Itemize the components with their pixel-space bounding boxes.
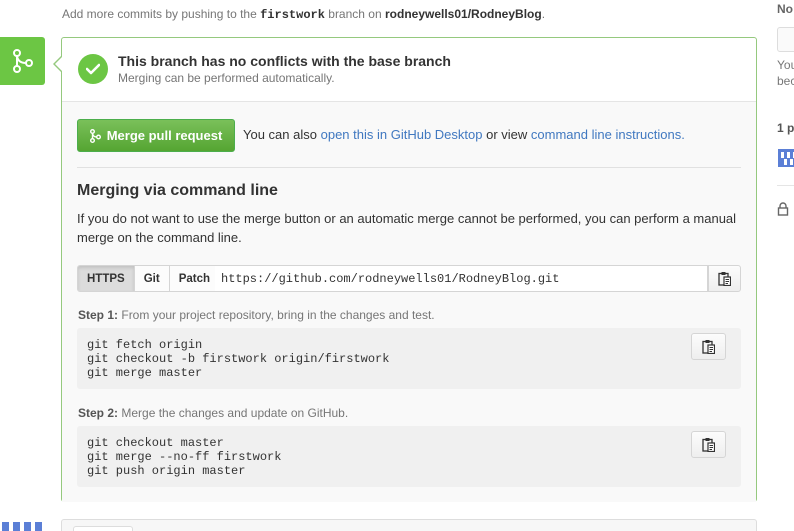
merge-box: This branch has no conflicts with the ba…: [53, 37, 757, 502]
merge-status-subtitle: Merging can be performed automatically.: [118, 71, 335, 85]
status-check-badge: [78, 54, 108, 84]
step-2-number: Step 2:: [78, 406, 119, 420]
merge-action-section: Merge pull request You can also open thi…: [62, 102, 756, 502]
push-instructions: Add more commits by pushing to the first…: [62, 7, 545, 22]
subscribe-button[interactable]: [777, 27, 794, 52]
step-1-code: git fetch origin git checkout -b firstwo…: [87, 338, 390, 380]
git-merge-icon: [89, 128, 101, 143]
command-line-title: Merging via command line: [77, 182, 278, 199]
write-tab[interactable]: [73, 526, 133, 531]
merge-pull-request-button[interactable]: Merge pull request: [77, 119, 235, 152]
step-2-label: Step 2: Merge the changes and update on …: [78, 406, 348, 420]
step-1-number: Step 1:: [78, 308, 119, 322]
copy-url-button[interactable]: [708, 265, 741, 292]
clone-url-input[interactable]: [215, 265, 708, 292]
step-2-code: git checkout master git merge --no-ff fi…: [87, 436, 282, 478]
protocol-tab-https[interactable]: HTTPS: [78, 266, 135, 291]
merge-button-label: Merge pull request: [106, 128, 223, 143]
git-merge-icon: [12, 49, 33, 73]
copy-step-1-button[interactable]: [691, 333, 726, 360]
merge-alt-prefix: You can also: [243, 127, 317, 142]
merge-status-badge: [0, 37, 45, 85]
sidebar-divider: [777, 185, 794, 186]
check-icon: [86, 63, 100, 75]
step-2-text: Merge the changes and update on GitHub.: [121, 406, 349, 420]
protocol-tab-git[interactable]: Git: [134, 266, 170, 291]
divider: [77, 167, 741, 168]
notifications-reason-line-2: bec: [777, 74, 794, 88]
step-2-code-block: git checkout master git merge --no-ff fi…: [77, 426, 741, 487]
clone-url-bar: HTTPS Git Patch: [77, 265, 741, 292]
merge-status-title: This branch has no conflicts with the ba…: [118, 53, 451, 69]
new-comment-box: [61, 519, 757, 531]
clipboard-icon: [718, 272, 731, 286]
lock-conversation-link[interactable]: [777, 202, 789, 219]
branch-name: firstwork: [260, 8, 325, 22]
push-instructions-middle: branch on: [328, 7, 382, 21]
repo-name: rodneywells01/RodneyBlog: [384, 7, 542, 21]
notifications-heading: No: [777, 2, 793, 16]
command-line-instructions-link[interactable]: command line instructions: [531, 127, 681, 142]
merge-alternatives: You can also open this in GitHub Desktop…: [243, 127, 685, 142]
step-1-text: From your project repository, bring in t…: [121, 308, 435, 322]
step-1-code-block: git fetch origin git checkout -b firstwo…: [77, 328, 741, 389]
comment-avatar[interactable]: [0, 520, 45, 531]
push-instructions-suffix: .: [541, 7, 546, 21]
command-line-description: If you do not want to use the merge butt…: [77, 211, 737, 245]
protocol-selector: HTTPS Git Patch: [77, 265, 221, 292]
merge-status-section: This branch has no conflicts with the ba…: [62, 38, 756, 102]
protocol-tab-patch[interactable]: Patch: [169, 266, 220, 291]
step-1-label: Step 1: From your project repository, br…: [78, 308, 435, 322]
copy-step-2-button[interactable]: [691, 431, 726, 458]
clipboard-icon: [702, 340, 715, 354]
merge-alt-middle: or view: [486, 127, 528, 142]
open-in-desktop-link[interactable]: open this in GitHub Desktop: [321, 127, 483, 142]
clipboard-icon: [702, 438, 715, 452]
participant-avatar[interactable]: [778, 149, 794, 167]
merge-alt-suffix: .: [681, 127, 685, 142]
notifications-reason-line-1: You: [777, 58, 794, 72]
participants-count: 1 p: [777, 121, 794, 135]
lock-icon: [777, 202, 789, 216]
push-instructions-prefix: Add more commits by pushing to the: [62, 7, 257, 21]
